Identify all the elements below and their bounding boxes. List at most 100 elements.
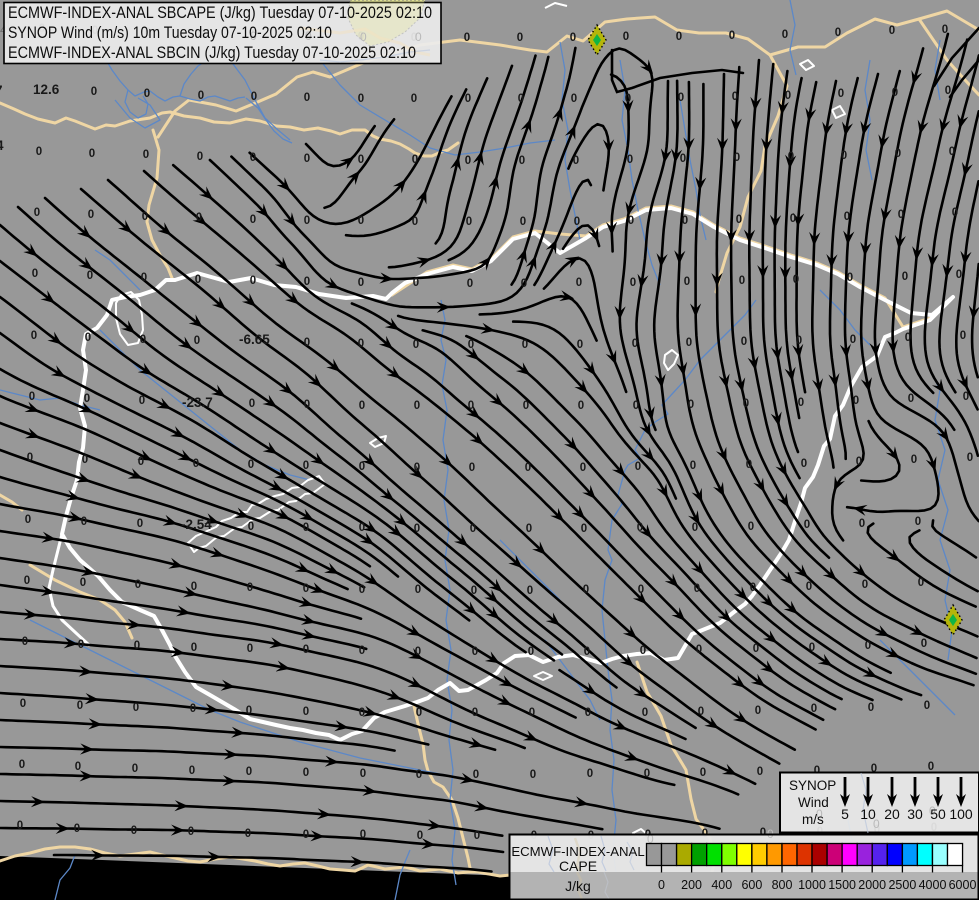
svg-text:0: 0 [785,90,791,102]
svg-text:0: 0 [911,454,917,466]
svg-text:0: 0 [850,334,856,346]
svg-text:0: 0 [196,212,202,224]
svg-text:0: 0 [248,521,254,533]
svg-text:0: 0 [415,584,421,596]
svg-text:0: 0 [700,767,706,779]
svg-text:0: 0 [464,32,470,44]
svg-text:0: 0 [578,400,584,412]
svg-text:0: 0 [748,521,754,533]
svg-text:0: 0 [141,272,147,284]
svg-text:0: 0 [191,642,197,654]
svg-text:J/kg: J/kg [565,878,591,894]
svg-text:0: 0 [465,155,471,167]
svg-text:0: 0 [143,149,149,161]
svg-text:0: 0 [411,93,417,105]
svg-text:0: 0 [468,339,474,351]
svg-text:0: 0 [36,146,42,158]
svg-text:0: 0 [811,703,817,715]
svg-text:0: 0 [585,707,591,719]
svg-text:0: 0 [472,646,478,658]
svg-text:0: 0 [465,93,471,105]
svg-text:0: 0 [739,275,745,287]
svg-text:0: 0 [625,93,631,105]
svg-text:0: 0 [417,830,423,842]
svg-text:0: 0 [358,277,364,289]
svg-text:1000: 1000 [798,878,826,892]
svg-text:30: 30 [907,806,923,822]
svg-text:0: 0 [518,93,524,105]
svg-text:0: 0 [517,32,523,44]
svg-text:0: 0 [131,825,137,837]
svg-text:0: 0 [638,584,644,596]
svg-text:-2.54: -2.54 [181,517,212,532]
svg-text:0: 0 [522,339,528,351]
svg-text:0: 0 [304,276,310,288]
svg-text:0: 0 [623,31,629,43]
svg-text:0: 0 [889,25,895,37]
svg-text:0: 0 [584,646,590,658]
svg-text:0: 0 [191,581,197,593]
svg-text:0: 0 [190,703,196,715]
svg-text:0: 0 [470,523,476,535]
svg-text:0: 0 [82,454,88,466]
svg-text:4000: 4000 [919,878,947,892]
svg-text:0: 0 [74,823,80,835]
svg-text:0: 0 [358,93,364,105]
svg-text:7: 7 [0,83,3,98]
svg-text:2500: 2500 [888,878,916,892]
svg-text:0: 0 [628,215,634,227]
svg-text:0: 0 [358,338,364,350]
svg-text:0: 0 [303,522,309,534]
svg-text:0: 0 [249,398,255,410]
svg-text:ECMWF-INDEX-ANAL SBCIN (J/kg): ECMWF-INDEX-ANAL SBCIN (J/kg) Tuesday 07… [8,43,416,62]
svg-text:0: 0 [413,339,419,351]
svg-text:0: 0 [75,761,81,773]
svg-text:0: 0 [530,769,536,781]
svg-text:0: 0 [581,523,587,535]
svg-text:0: 0 [359,645,365,657]
svg-text:0: 0 [303,583,309,595]
svg-text:0: 0 [416,707,422,719]
svg-text:0: 0 [868,702,874,714]
svg-text:0: 0 [841,150,847,162]
svg-text:0: 0 [139,395,145,407]
svg-text:0: 0 [682,215,688,227]
svg-text:0: 0 [523,400,529,412]
svg-text:0: 0 [360,768,366,780]
svg-text:0: 0 [644,768,650,780]
svg-text:0: 0 [680,153,686,165]
svg-text:0: 0 [87,270,93,282]
svg-text:0: 0 [91,86,97,98]
svg-text:0: 0 [250,214,256,226]
svg-text:200: 200 [681,878,702,892]
svg-text:0: 0 [412,216,418,228]
svg-text:0: 0 [750,582,756,594]
svg-text:0: 0 [853,395,859,407]
svg-text:0: 0 [142,211,148,223]
svg-text:0: 0 [81,516,87,528]
svg-text:0: 0 [755,705,761,717]
svg-text:800: 800 [772,878,793,892]
svg-text:0: 0 [732,91,738,103]
svg-text:0: 0 [632,338,638,350]
svg-text:0: 0 [865,640,871,652]
svg-text:0: 0 [472,707,478,719]
svg-text:0: 0 [303,644,309,656]
svg-text:0: 0 [627,154,633,166]
svg-text:0: 0 [782,29,788,41]
svg-text:0: 0 [573,155,579,167]
svg-text:0: 0 [798,397,804,409]
svg-text:0: 0 [793,274,799,286]
svg-text:0: 0 [34,207,40,219]
svg-text:0: 0 [415,646,421,658]
svg-text:0: 0 [246,705,252,717]
svg-text:0: 0 [134,640,140,652]
svg-text:0: 0 [915,516,921,528]
svg-text:0: 0 [576,277,582,289]
svg-text:400: 400 [711,878,732,892]
svg-text:0: 0 [788,151,794,163]
svg-text:0: 0 [928,761,934,773]
svg-text:0: 0 [250,152,256,164]
svg-text:0: 0 [743,398,749,410]
svg-text:0: 0 [358,215,364,227]
